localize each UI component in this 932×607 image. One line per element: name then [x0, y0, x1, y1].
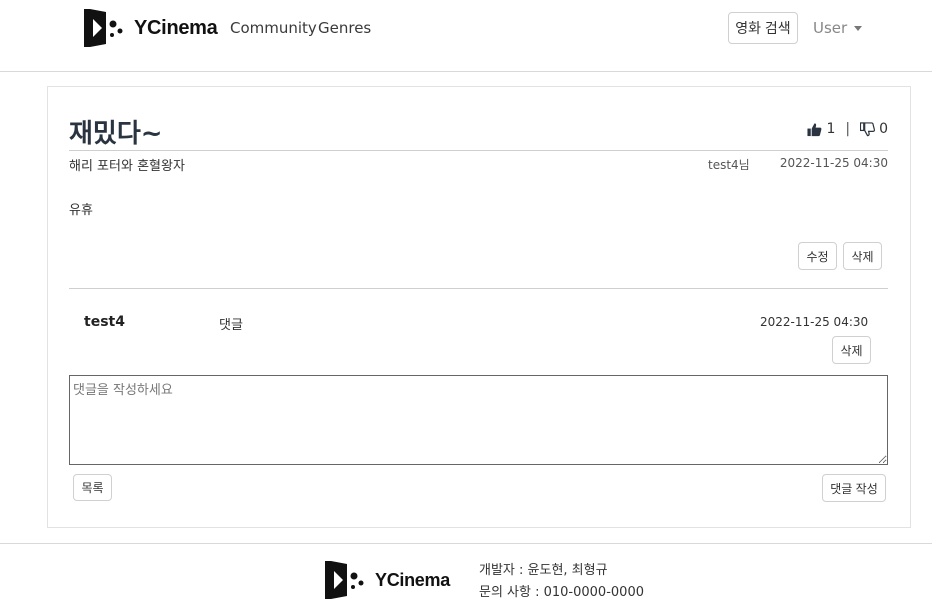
post-card: 재밌다~ 1 | 0 해리 포터와 혼혈왕자 test4님 2022-11-25… — [47, 86, 911, 528]
footer: YCinema 개발자 : 윤도현, 최형규 문의 사항 : 010-0000-… — [0, 543, 932, 607]
caret-down-icon — [853, 26, 862, 31]
submit-comment-button[interactable]: 댓글 작성 — [822, 474, 886, 502]
thumbs-up-icon — [807, 122, 822, 136]
reactions: 1 | 0 — [807, 121, 888, 137]
dislike-button[interactable]: 0 — [860, 121, 888, 137]
delete-comment-button[interactable]: 삭제 — [832, 336, 871, 364]
post-content: 유휴 — [69, 203, 93, 218]
comments-divider — [69, 288, 888, 289]
comment-text: 댓글 — [219, 318, 243, 333]
brand-name: YCinema — [134, 16, 218, 39]
post-title: 재밌다~ — [69, 119, 163, 149]
delete-post-button[interactable]: 삭제 — [843, 242, 882, 270]
post-date: 2022-11-25 04:30 — [779, 156, 888, 170]
footer-developers: 개발자 : 윤도현, 최형규 — [479, 563, 608, 578]
user-dropdown-label: User — [813, 19, 848, 37]
comment-author: test4 — [84, 314, 125, 330]
post-author: test4님 — [708, 158, 750, 172]
user-dropdown[interactable]: User — [813, 19, 862, 37]
play-dots-logo-icon — [325, 561, 364, 599]
navbar: YCinema Community Genres 영화 검색 User — [0, 0, 932, 72]
dislike-count: 0 — [879, 121, 888, 137]
list-button[interactable]: 목록 — [73, 474, 112, 501]
footer-brand-name: YCinema — [375, 569, 450, 590]
play-dots-logo-icon — [84, 9, 123, 47]
edit-button[interactable]: 수정 — [798, 242, 837, 270]
footer-info: 개발자 : 윤도현, 최형규 문의 사항 : 010-0000-0000 — [479, 560, 644, 604]
like-button[interactable]: 1 — [807, 121, 835, 137]
comment-date: 2022-11-25 04:30 — [760, 315, 869, 329]
movie-search-button[interactable]: 영화 검색 — [728, 12, 798, 44]
footer-brand: YCinema — [323, 560, 450, 600]
reaction-separator: | — [845, 121, 851, 137]
title-divider — [69, 150, 888, 151]
nav-community-link[interactable]: Community — [230, 19, 317, 37]
like-count: 1 — [826, 121, 836, 137]
movie-title: 해리 포터와 혼혈왕자 — [69, 159, 185, 174]
footer-contact: 문의 사항 : 010-0000-0000 — [479, 585, 644, 600]
comment-input[interactable] — [69, 375, 888, 465]
brand-link[interactable]: YCinema — [82, 8, 218, 48]
nav-genres-link[interactable]: Genres — [318, 19, 371, 37]
thumbs-down-icon — [860, 121, 876, 136]
